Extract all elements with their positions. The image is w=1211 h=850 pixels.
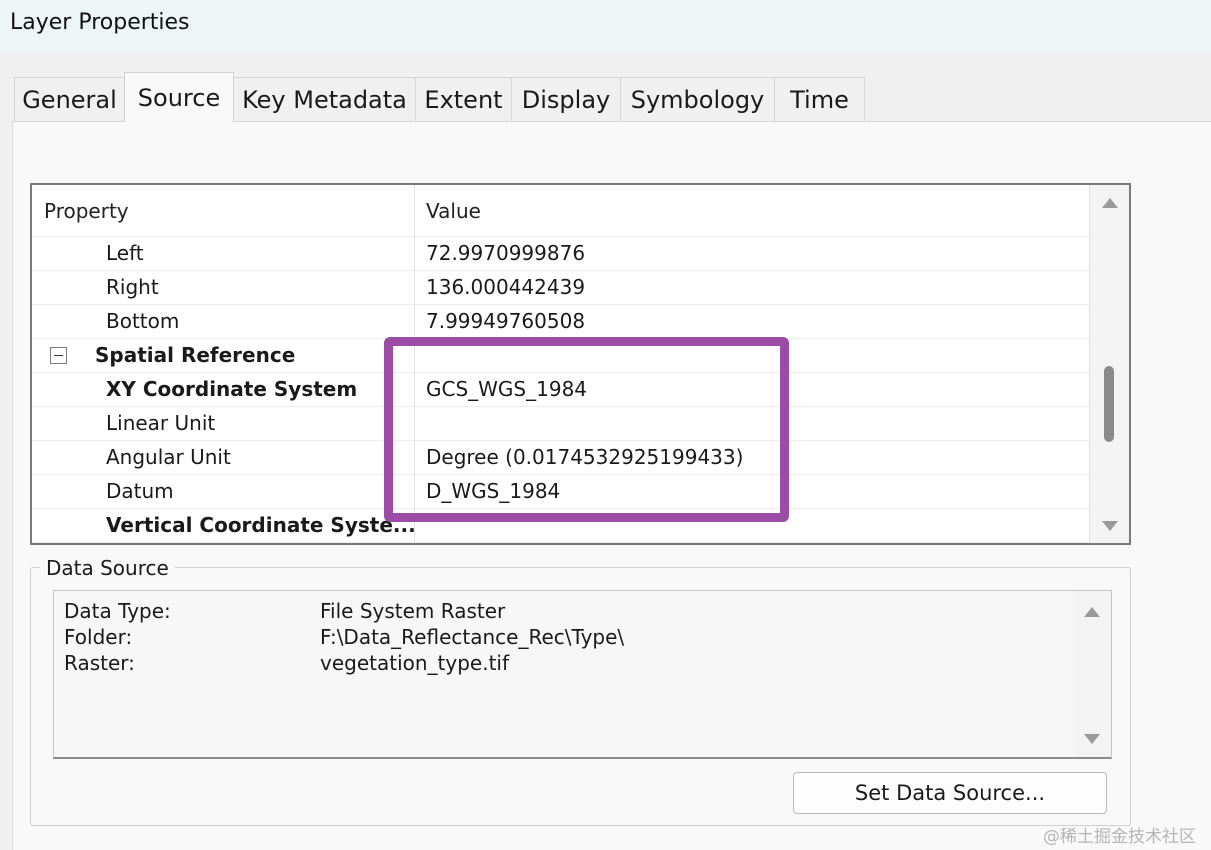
row-name: Angular Unit [106,445,231,469]
tab-key-metadata[interactable]: Key Metadata [233,77,416,121]
row-name: Vertical Coordinate Syste... [106,513,416,537]
tab-label: Extent [424,85,503,114]
row-value: 136.000442439 [426,275,586,299]
window-title: Layer Properties [10,10,190,35]
row-value: 7.99949760508 [426,309,586,333]
tab-display[interactable]: Display [511,77,621,121]
column-header-property[interactable]: Property [44,199,129,223]
grid-row-right[interactable]: Right 136.000442439 [32,271,1089,305]
row-value: 72.9970999876 [426,241,586,265]
tab-symbology[interactable]: Symbology [620,77,775,121]
field-value: F:\Data_Reflectance_Rec\Type\ [320,625,625,649]
scroll-up-icon[interactable] [1102,198,1118,208]
data-source-scrollbar[interactable] [1073,591,1111,757]
grid-scrollbar[interactable] [1089,185,1129,543]
highlight-box [384,337,789,522]
tab-extent[interactable]: Extent [415,77,512,121]
column-header-value[interactable]: Value [426,199,481,223]
scroll-down-icon[interactable] [1102,521,1118,531]
tab-label: Display [521,85,611,114]
data-source-textbox[interactable]: Data Type: File System Raster Folder: F:… [53,590,1112,759]
scrollbar-thumb[interactable] [1104,366,1114,442]
field-label: Raster: [64,651,135,675]
tab-label: Symbology [630,85,765,114]
watermark: @稀土掘金技术社区 [1043,827,1196,847]
tab-source[interactable]: Source [124,72,234,122]
tab-label: Time [790,85,849,114]
field-label: Folder: [64,625,133,649]
row-name: Datum [106,479,174,503]
field-label: Data Type: [64,599,171,623]
row-name: Linear Unit [106,411,216,435]
row-name: Left [106,241,144,265]
row-name: XY Coordinate System [106,377,358,401]
collapse-icon[interactable] [50,347,67,364]
tab-label: Key Metadata [242,85,407,114]
grid-row-left[interactable]: Left 72.9970999876 [32,237,1089,271]
row-name: Bottom [106,309,180,333]
field-value: File System Raster [320,599,506,623]
title-bar: Layer Properties [0,0,1211,52]
grid-row-bottom[interactable]: Bottom 7.99949760508 [32,305,1089,339]
field-value: vegetation_type.tif [320,651,510,675]
group-name: Spatial Reference [95,343,296,367]
grid-header: Property Value [32,185,1089,237]
tab-label: Source [137,83,221,112]
tab-label: General [22,85,117,114]
data-source-group-label: Data Source [40,556,175,580]
row-name: Right [106,275,159,299]
tab-general[interactable]: General [14,77,125,121]
scroll-down-icon[interactable] [1084,734,1100,744]
scroll-up-icon[interactable] [1084,607,1100,617]
tab-time[interactable]: Time [774,77,865,121]
set-data-source-button[interactable]: Set Data Source... [793,772,1107,814]
